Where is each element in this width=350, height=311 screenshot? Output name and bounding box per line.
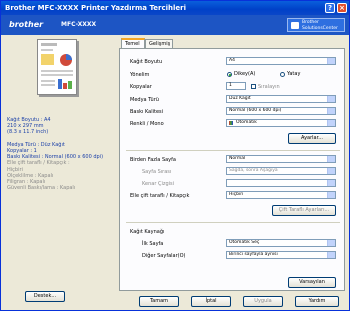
paper-source-label: Kağıt Kaynağı: [130, 229, 165, 235]
paper-size-select[interactable]: A4: [226, 57, 336, 65]
cancel-button[interactable]: İptal: [191, 296, 231, 307]
color-mono-select[interactable]: Otomatik: [226, 119, 336, 127]
other-pages-select[interactable]: Birinci sayfayla aynısı: [226, 251, 336, 259]
page-order-label: Sayfa Sırası: [142, 169, 172, 175]
help-title-button[interactable]: ?: [325, 3, 335, 13]
paper-size-label: Kağıt Boyutu: [130, 59, 163, 65]
print-quality-label: Baskı Kalitesi: [130, 109, 164, 115]
window-title: Brother MFC-XXXX Printer Yazdırma Tercih…: [5, 4, 187, 12]
tab-basic[interactable]: Temel: [121, 38, 145, 48]
ok-button[interactable]: Tamam: [139, 296, 179, 307]
defaults-button[interactable]: Varsayılan: [288, 277, 336, 288]
media-type-select[interactable]: Düz Kağıt: [226, 95, 336, 103]
collate-checkbox[interactable]: [251, 84, 256, 89]
duplex-label: Elle çift taraflı / Kitapçık: [130, 193, 190, 199]
brother-logo: brother: [9, 20, 44, 29]
basic-settings-panel: Kağıt Boyutu A4 Yönelim Dikey(A) Yatay K…: [119, 48, 345, 291]
summary-line: Güvenli Baskı/lama : Kapalı: [7, 185, 76, 192]
portrait-radio[interactable]: [227, 72, 232, 77]
color-icon: [229, 121, 233, 125]
orientation-label: Yönelim: [130, 72, 150, 78]
document-preview-icon: [41, 43, 73, 89]
apply-button[interactable]: Uygula: [243, 296, 283, 307]
multiple-page-select[interactable]: Normal: [226, 155, 336, 163]
brand-bar: brother MFC-XXXX Brother SolutionsCenter: [1, 15, 349, 35]
printer-preferences-window: Brother MFC-XXXX Printer Yazdırma Tercih…: [0, 0, 350, 311]
duplex-select[interactable]: Hiçbiri: [226, 191, 336, 199]
border-line-label: Kenar Çizgisi: [142, 181, 175, 187]
copies-label: Kopyalar: [130, 84, 152, 90]
border-line-select[interactable]: [226, 179, 336, 187]
color-mono-label: Renkli / Mono: [130, 121, 164, 127]
duplex-settings-button[interactable]: Çift Taraflı Ayarları...: [272, 205, 336, 216]
support-button[interactable]: Destek...: [25, 291, 65, 302]
multiple-page-label: Birden Fazla Sayfa: [130, 157, 176, 163]
first-page-label: İlk Sayfa: [142, 241, 164, 247]
portrait-label: Dikey(A): [234, 71, 256, 77]
printer-icon: [291, 22, 299, 29]
settings-button[interactable]: Ayarlar...: [288, 133, 336, 144]
model-name: MFC-XXXX: [61, 21, 97, 28]
first-page-select[interactable]: Otomatik Seç: [226, 239, 336, 247]
divider: [126, 222, 340, 223]
tab-advanced[interactable]: Gelişmiş: [145, 39, 173, 48]
landscape-label: Yatay: [287, 71, 301, 77]
close-button[interactable]: ×: [337, 3, 347, 13]
help-button[interactable]: Yardım: [295, 296, 339, 307]
solutions-center-label: Brother SolutionsCenter: [302, 20, 338, 31]
settings-summary: Kağıt Boyutu : A4 210 x 297 mm (8.3 x 11.7…: [7, 117, 115, 191]
print-quality-select[interactable]: Normal (600 x 600 dpi): [226, 107, 336, 115]
color-mono-value: Otomatik: [236, 120, 257, 125]
collate-label: Sıralayın: [258, 84, 280, 90]
summary-pane: Kağıt Boyutu : A4 210 x 297 mm (8.3 x 11.7…: [7, 39, 117, 305]
page-preview: [37, 39, 77, 95]
copies-stepper[interactable]: 1: [226, 82, 246, 90]
divider: [126, 150, 340, 151]
page-order-select[interactable]: Sağda, sonra Aşağıya: [226, 167, 336, 175]
other-pages-label: Diğer Sayfalar(O): [142, 253, 186, 259]
landscape-radio[interactable]: [280, 72, 285, 77]
media-type-label: Medya Türü: [130, 97, 159, 103]
title-bar: Brother MFC-XXXX Printer Yazdırma Tercih…: [1, 1, 349, 15]
solutions-center-button[interactable]: Brother SolutionsCenter: [287, 18, 345, 32]
